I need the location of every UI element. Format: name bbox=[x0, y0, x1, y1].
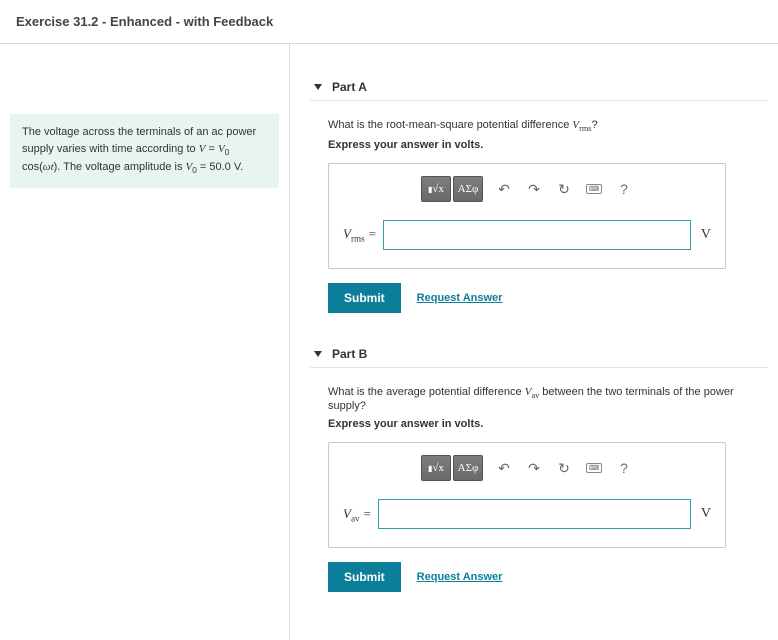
varA: V bbox=[343, 226, 351, 241]
varA-sub: rms bbox=[351, 234, 365, 244]
info-eq-omega: ω bbox=[43, 161, 51, 173]
tb-group-format-b: ▮√x ΑΣφ bbox=[421, 455, 483, 481]
main-area: The voltage across the terminals of an a… bbox=[0, 44, 778, 640]
part-b-answer-panel: ▮√x ΑΣφ ↶ ↷ ↻ ⌨ ? Vav = V bbox=[328, 442, 726, 548]
qA-text-b: ? bbox=[591, 119, 597, 131]
part-a: Part A What is the root-mean-square pote… bbox=[310, 74, 768, 313]
keyboard-glyph: ⌨ bbox=[586, 463, 602, 473]
left-column: The voltage across the terminals of an a… bbox=[0, 44, 290, 640]
templates-button[interactable]: ▮√x bbox=[421, 455, 451, 481]
caret-down-icon bbox=[314, 351, 322, 357]
redo-icon[interactable]: ↷ bbox=[525, 459, 543, 477]
part-b-answer-input[interactable] bbox=[378, 499, 691, 529]
caret-down-icon bbox=[314, 84, 322, 90]
part-b-unit: V bbox=[701, 506, 711, 522]
keyboard-icon[interactable]: ⌨ bbox=[585, 459, 603, 477]
varB-eq: = bbox=[360, 506, 372, 521]
part-a-body: What is the root-mean-square potential d… bbox=[310, 119, 768, 313]
undo-icon[interactable]: ↶ bbox=[495, 180, 513, 198]
info-eq-v0-sub: 0 bbox=[225, 148, 230, 157]
templates-button[interactable]: ▮√x bbox=[421, 176, 451, 202]
part-b-question: What is the average potential difference… bbox=[328, 386, 768, 412]
part-a-toolbar: ▮√x ΑΣφ ↶ ↷ ↻ ⌨ ? bbox=[343, 176, 711, 202]
part-b-body: What is the average potential difference… bbox=[310, 386, 768, 592]
qA-var-sub: rms bbox=[579, 124, 591, 133]
right-column: Part A What is the root-mean-square pote… bbox=[290, 44, 778, 640]
part-a-var-label: Vrms = bbox=[343, 226, 377, 244]
reset-icon[interactable]: ↻ bbox=[555, 180, 573, 198]
part-a-unit: V bbox=[701, 227, 711, 243]
undo-icon[interactable]: ↶ bbox=[495, 459, 513, 477]
part-b-header[interactable]: Part B bbox=[310, 341, 768, 368]
part-b: Part B What is the average potential dif… bbox=[310, 341, 768, 592]
part-a-submit-button[interactable]: Submit bbox=[328, 283, 401, 313]
part-a-question: What is the root-mean-square potential d… bbox=[328, 119, 768, 133]
part-b-title: Part B bbox=[332, 347, 367, 361]
help-icon[interactable]: ? bbox=[615, 459, 633, 477]
info-eq-eq: = bbox=[205, 143, 218, 155]
qB-text-a: What is the average potential difference bbox=[328, 386, 525, 398]
info-eq-v0: V bbox=[218, 143, 225, 155]
greek-button[interactable]: ΑΣφ bbox=[453, 455, 483, 481]
part-a-answer-input[interactable] bbox=[383, 220, 691, 250]
greek-button[interactable]: ΑΣφ bbox=[453, 176, 483, 202]
part-a-header[interactable]: Part A bbox=[310, 74, 768, 101]
part-a-instruct: Express your answer in volts. bbox=[328, 139, 768, 151]
part-a-request-answer-link[interactable]: Request Answer bbox=[417, 292, 503, 304]
part-b-var-label: Vav = bbox=[343, 506, 372, 524]
info-text2b: = 50.0 V. bbox=[197, 161, 243, 173]
templates-label: √x bbox=[432, 183, 444, 195]
varA-eq: = bbox=[365, 226, 377, 241]
info-eq-close: ). bbox=[54, 161, 61, 173]
part-a-title: Part A bbox=[332, 80, 367, 94]
problem-statement: The voltage across the terminals of an a… bbox=[10, 114, 279, 188]
part-b-actions: Submit Request Answer bbox=[328, 562, 768, 592]
part-a-answer-row: Vrms = V bbox=[343, 220, 711, 250]
reset-icon[interactable]: ↻ bbox=[555, 459, 573, 477]
part-b-submit-button[interactable]: Submit bbox=[328, 562, 401, 592]
templates-label: √x bbox=[432, 462, 444, 474]
part-b-instruct: Express your answer in volts. bbox=[328, 418, 768, 430]
keyboard-glyph: ⌨ bbox=[586, 184, 602, 194]
tb-group-format: ▮√x ΑΣφ bbox=[421, 176, 483, 202]
varB: V bbox=[343, 506, 351, 521]
help-icon[interactable]: ? bbox=[615, 180, 633, 198]
info-text2a: The voltage amplitude is bbox=[63, 161, 185, 173]
page-header: Exercise 31.2 - Enhanced - with Feedback bbox=[0, 0, 778, 44]
part-b-request-answer-link[interactable]: Request Answer bbox=[417, 571, 503, 583]
part-a-answer-panel: ▮√x ΑΣφ ↶ ↷ ↻ ⌨ ? Vrms = V bbox=[328, 163, 726, 269]
part-b-answer-row: Vav = V bbox=[343, 499, 711, 529]
part-b-toolbar: ▮√x ΑΣφ ↶ ↷ ↻ ⌨ ? bbox=[343, 455, 711, 481]
part-a-actions: Submit Request Answer bbox=[328, 283, 768, 313]
varB-sub: av bbox=[351, 513, 360, 523]
info-eq-cos: cos( bbox=[22, 161, 43, 173]
qA-text-a: What is the root-mean-square potential d… bbox=[328, 119, 572, 131]
keyboard-icon[interactable]: ⌨ bbox=[585, 180, 603, 198]
page-title: Exercise 31.2 - Enhanced - with Feedback bbox=[16, 14, 762, 29]
redo-icon[interactable]: ↷ bbox=[525, 180, 543, 198]
